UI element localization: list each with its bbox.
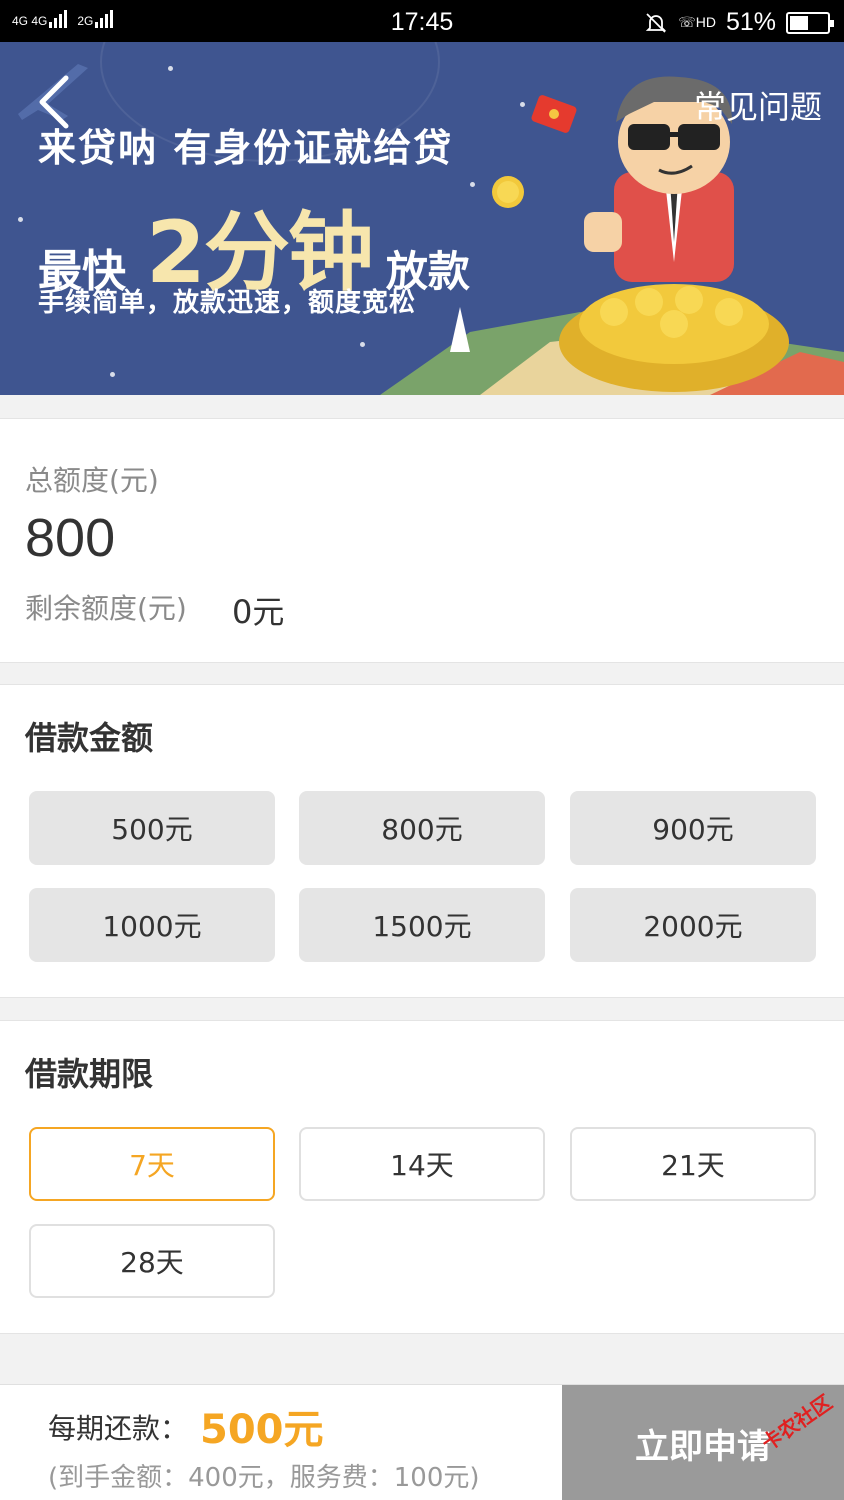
faq-link[interactable]: 常见问题 xyxy=(694,82,822,128)
period-option-21[interactable]: 21天 xyxy=(570,1127,816,1201)
mute-bell-icon xyxy=(646,12,667,33)
star-decoration xyxy=(360,342,365,347)
amount-option-500[interactable]: 500元 xyxy=(29,791,275,865)
total-credit-label: 总额度(元) xyxy=(25,464,159,497)
star-decoration xyxy=(110,372,115,377)
apply-now-label: 立即申请 xyxy=(635,1426,771,1467)
amount-option-800[interactable]: 800元 xyxy=(299,791,545,865)
battery-icon xyxy=(786,11,834,34)
repayment-footer: 每期还款： 500元 (到手金额：400元，服务费：100元) 立即申请 卡农社… xyxy=(0,1384,844,1500)
red-envelope-icon xyxy=(531,95,577,133)
loan-amount-title: 借款金额 xyxy=(25,719,154,757)
amount-option-1000[interactable]: 1000元 xyxy=(29,888,275,962)
period-option-7[interactable]: 7天 xyxy=(29,1127,275,1201)
banner-slogan: 来贷呐 有身份证就给贷 xyxy=(38,126,454,170)
coin-icon xyxy=(492,176,524,208)
banner-subline: 手续简单，放款迅速，额度宽松 xyxy=(38,288,417,318)
star-decoration xyxy=(520,102,525,107)
period-option-28[interactable]: 28天 xyxy=(29,1224,275,1298)
amount-option-2000[interactable]: 2000元 xyxy=(570,888,816,962)
credit-info-card: 总额度(元) 800 剩余额度(元) 0元 xyxy=(0,418,844,663)
remaining-credit-label: 剩余额度(元) xyxy=(25,592,187,625)
remaining-credit-value: 0元 xyxy=(232,593,285,631)
star-decoration xyxy=(168,66,173,71)
per-period-value: 500元 xyxy=(200,1407,324,1453)
apply-now-button[interactable]: 立即申请 卡农社区 xyxy=(562,1385,844,1500)
status-right: ☏HD 51% xyxy=(644,8,834,37)
period-option-14[interactable]: 14天 xyxy=(299,1127,545,1201)
amount-option-900[interactable]: 900元 xyxy=(570,791,816,865)
amount-detail: (到手金额：400元，服务费：100元) xyxy=(48,1463,480,1493)
loan-period-title: 借款期限 xyxy=(25,1055,154,1093)
promo-banner: 常见问题 来贷呐 有身份证就给贷 最快 2分钟 放款 手续简单，放款迅速，额度宽… xyxy=(0,42,844,395)
battery-percent: 51% xyxy=(725,8,776,36)
hd-label: HD xyxy=(695,14,716,30)
status-bar: 4G 4G 2G 17:45 ☏HD 51% xyxy=(0,0,844,42)
loan-amount-section: 借款金额 500元 800元 900元 1000元 1500元 2000元 xyxy=(0,684,844,998)
per-period-label: 每期还款： xyxy=(48,1412,189,1445)
total-credit-value: 800 xyxy=(25,508,116,568)
amount-option-1500[interactable]: 1500元 xyxy=(299,888,545,962)
hd-call-icon: ☏HD xyxy=(678,14,716,30)
star-decoration xyxy=(470,182,475,187)
star-decoration xyxy=(18,217,23,222)
battery-fill xyxy=(790,15,808,30)
loan-period-section: 借款期限 7天 14天 21天 28天 xyxy=(0,1020,844,1334)
